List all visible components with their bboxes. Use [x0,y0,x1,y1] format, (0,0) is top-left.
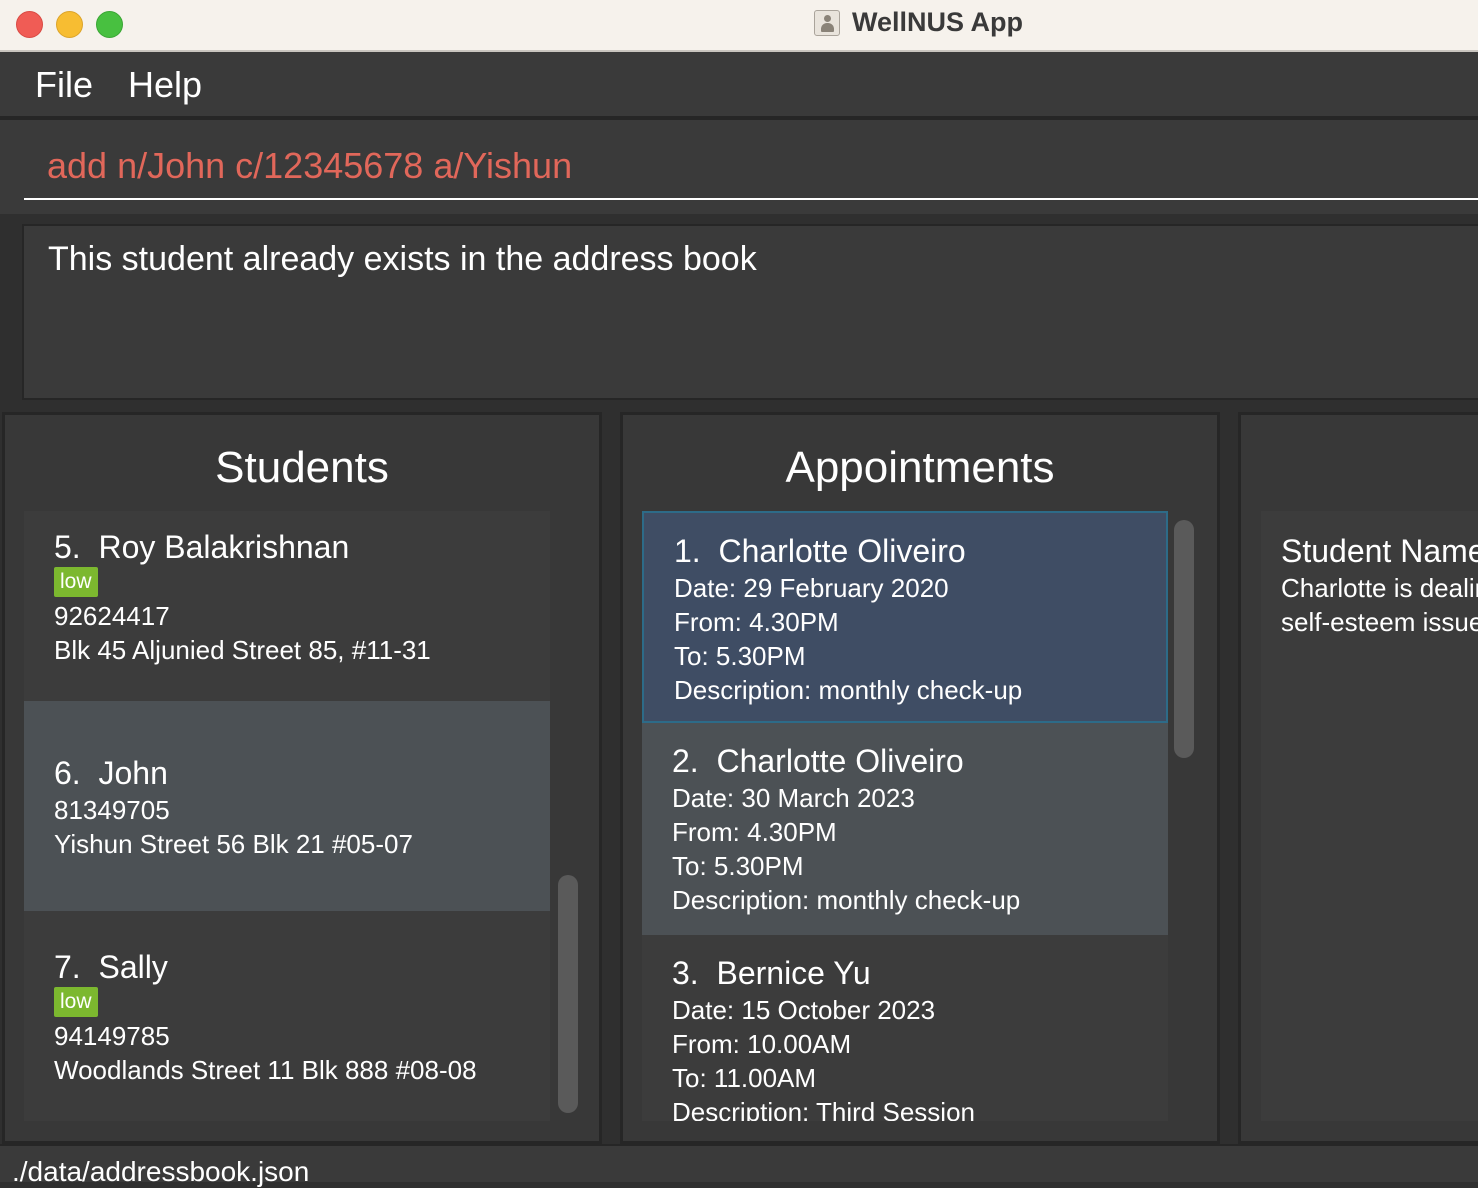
student-phone: 94149785 [54,1021,170,1051]
detail-student-name-label: Student Name: [1281,533,1478,569]
zoom-window-button[interactable] [96,11,123,38]
appointment-to: To: 5.30PM [674,641,806,671]
detail-panel: Student Name: Charlotte is dealing self-… [1238,412,1478,1144]
appointment-student-name: 3. Bernice Yu [672,955,871,991]
appointment-date: Date: 15 October 2023 [672,995,936,1025]
save-location: ./data/addressbook.json [12,1156,310,1187]
appointment-date: Date: 30 March 2023 [672,783,915,813]
appointment-description: Description: monthly check-up [672,885,1021,915]
appointments-panel: Appointments 1. Charlotte Oliveiro Date:… [620,412,1220,1144]
student-phone: 92624417 [54,601,170,631]
close-window-button[interactable] [16,11,43,38]
appointment-student-name: 2. Charlotte Oliveiro [672,743,964,779]
appointments-title: Appointments [785,443,1055,492]
title-bar: WellNUS App [0,0,1478,52]
status-bar: ./data/addressbook.json [0,1144,1478,1187]
result-display-area[interactable]: This student already exists in the addre… [22,224,1478,400]
appointment-card-selected[interactable]: 1. Charlotte Oliveiro Date: 29 February … [642,511,1168,723]
command-input[interactable] [24,130,1478,200]
student-name: 5. Roy Balakrishnan [54,529,350,565]
menu-file[interactable]: File [35,64,93,106]
student-name: 7. Sally [54,949,168,985]
student-phone: 81349705 [54,795,170,825]
window-title: WellNUS App [852,7,1024,37]
student-card[interactable]: 7. Sally low 94149785 Woodlands Street 1… [24,911,550,1121]
app-icon [814,10,840,36]
detail-text-line: Charlotte is dealing [1281,573,1478,603]
students-title: Students [215,443,389,492]
appointment-to: To: 11.00AM [672,1063,817,1093]
appointment-to: To: 5.30PM [672,851,804,881]
student-card[interactable]: 5. Roy Balakrishnan low 92624417 Blk 45 … [24,511,550,701]
students-panel: Students 5. Roy Balakrishnan low 9262441… [2,412,602,1144]
detail-card: Student Name: Charlotte is dealing self-… [1261,511,1478,1121]
appointment-from: From: 4.30PM [674,607,839,637]
student-card[interactable]: 6. John 81349705 Yishun Street 56 Blk 21… [24,701,550,911]
result-display: This student already exists in the addre… [0,214,1478,410]
priority-tag: low [54,987,98,1017]
detail-text-line: self-esteem issues [1281,607,1478,637]
student-address: Blk 45 Aljunied Street 85, #11-31 [54,635,431,665]
appointment-list: 1. Charlotte Oliveiro Date: 29 February … [642,511,1168,1121]
menu-help[interactable]: Help [128,64,202,106]
result-message: This student already exists in the addre… [48,240,757,278]
command-box [0,118,1478,216]
appointment-date: Date: 29 February 2020 [674,573,949,603]
appointment-from: From: 4.30PM [672,817,837,847]
appointment-description: Description: monthly check-up [674,675,1023,705]
student-list-scrollbar[interactable] [558,875,578,1113]
appointment-list-scrollbar[interactable] [1174,520,1194,758]
student-list: 5. Roy Balakrishnan low 92624417 Blk 45 … [24,511,550,1121]
appointment-card[interactable]: 3. Bernice Yu Date: 15 October 2023 From… [642,935,1168,1121]
minimize-window-button[interactable] [56,11,83,38]
appointment-from: From: 10.00AM [672,1029,852,1059]
student-address: Yishun Street 56 Blk 21 #05-07 [54,829,413,859]
priority-tag: low [54,567,98,597]
appointment-card[interactable]: 2. Charlotte Oliveiro Date: 30 March 202… [642,723,1168,935]
menu-bar: File Help [0,52,1478,118]
student-name: 6. John [54,755,168,791]
appointment-student-name: 1. Charlotte Oliveiro [674,533,966,569]
student-address: Woodlands Street 11 Blk 888 #08-08 [54,1055,477,1085]
appointment-description: Description: Third Session [672,1097,975,1121]
